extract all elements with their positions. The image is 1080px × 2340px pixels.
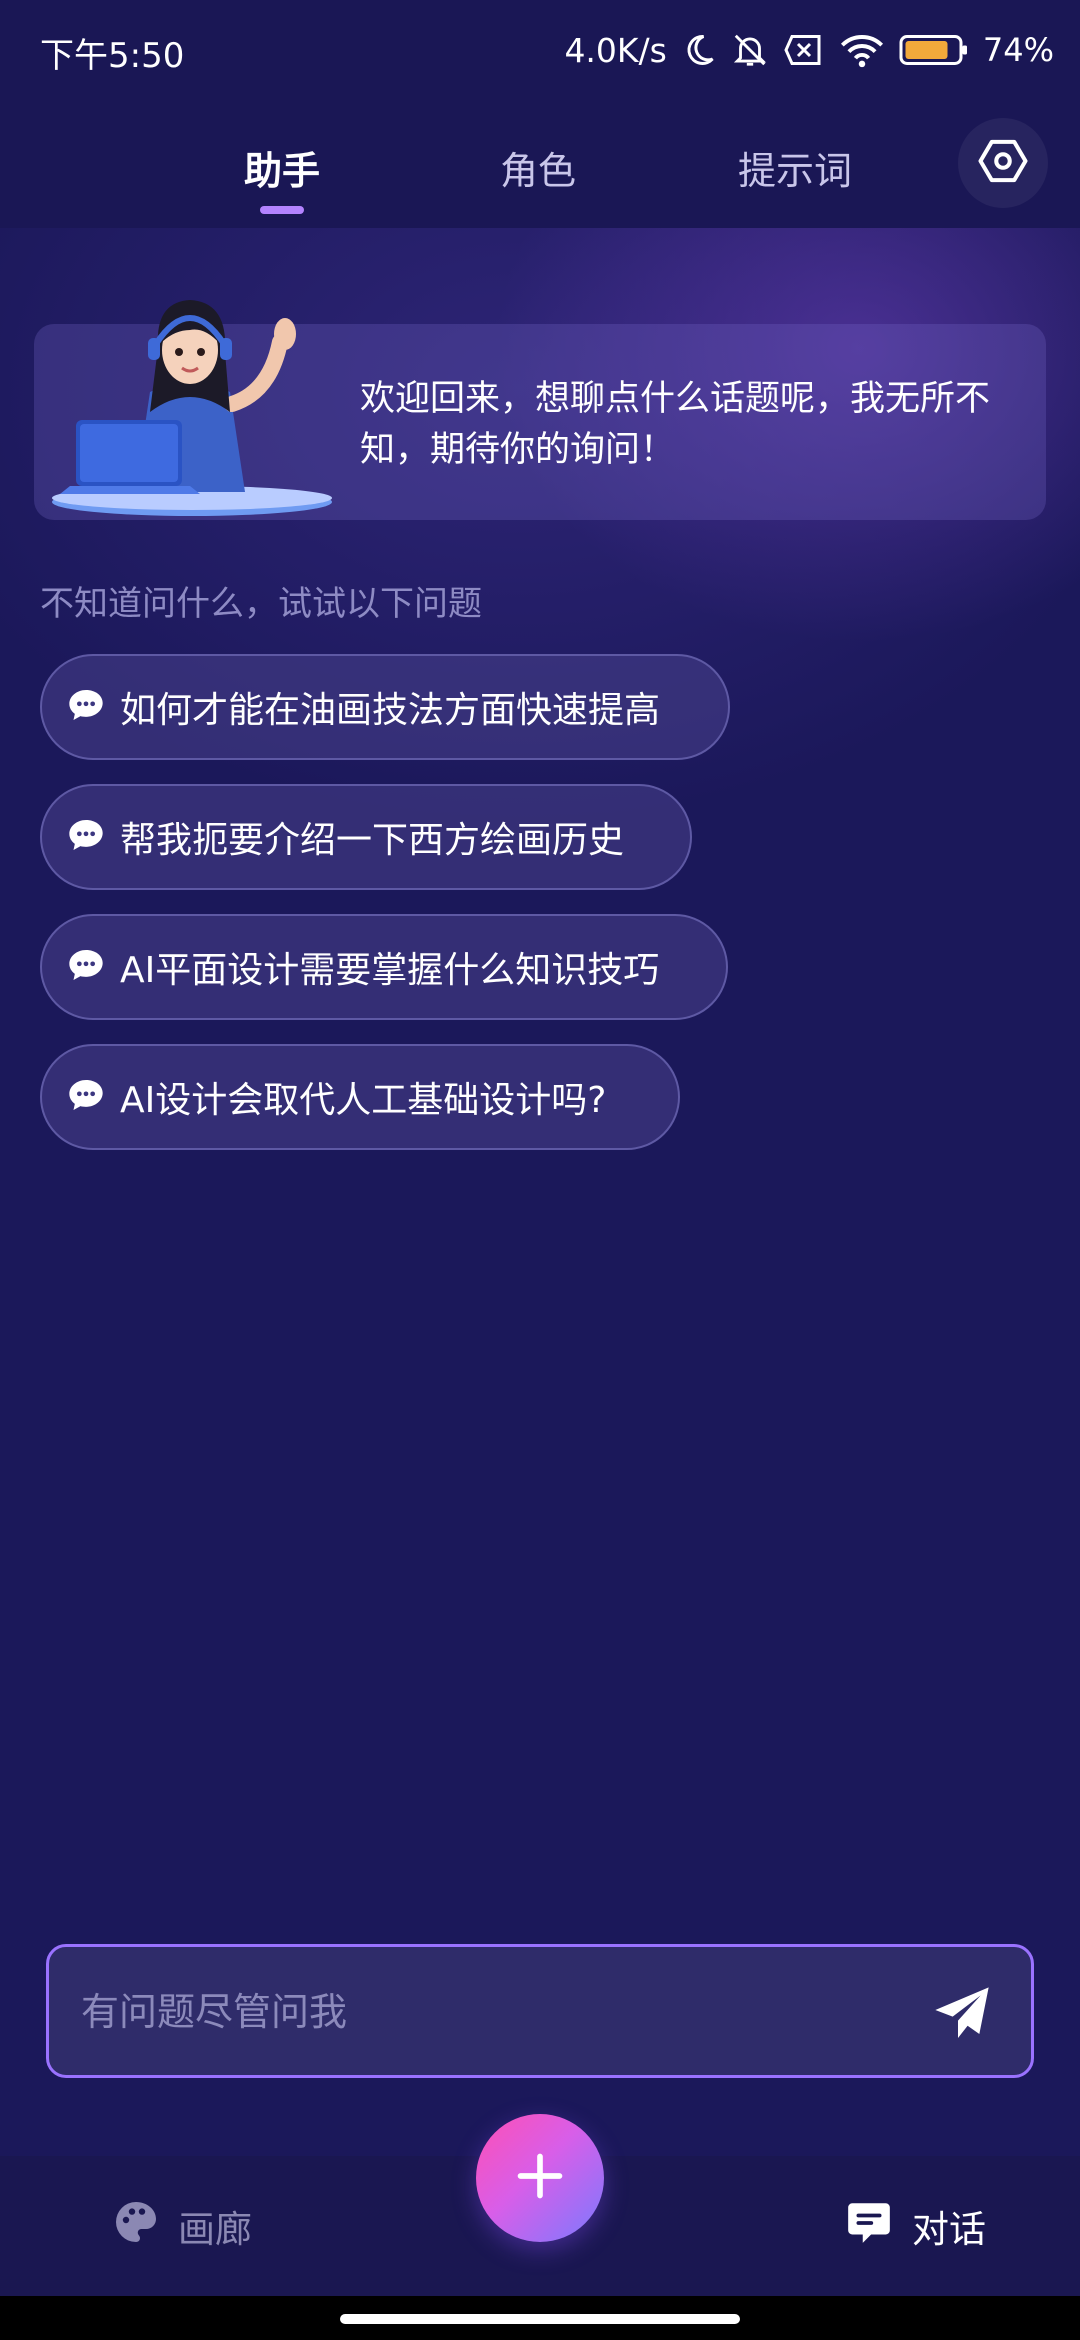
suggestion-text: 帮我扼要介绍一下西方绘画历史 — [120, 820, 625, 861]
suggestion-chip[interactable]: AI平面设计需要掌握什么知识技巧 — [40, 914, 728, 1020]
moon-icon — [681, 32, 717, 68]
wifi-icon — [839, 32, 885, 68]
suggestion-hint: 不知道问什么，试试以下问题 — [40, 584, 482, 624]
chat-bubble-icon — [66, 815, 106, 859]
nav-chat-label: 对话 — [912, 2208, 986, 2251]
suggestion-chip[interactable]: 如何才能在油画技法方面快速提高 — [40, 654, 730, 760]
suggestion-chip[interactable]: 帮我扼要介绍一下西方绘画历史 — [40, 784, 692, 890]
tab-prompt[interactable]: 提示词 — [738, 140, 852, 195]
battery-icon — [899, 32, 969, 68]
send-button[interactable] — [929, 1983, 995, 2049]
sim-x-icon — [783, 32, 825, 68]
chat-bubble-icon — [66, 685, 106, 729]
palette-icon — [112, 2198, 160, 2255]
status-icons: 4.0K/s 74% — [564, 26, 1054, 74]
status-time: 下午5:50 — [40, 36, 185, 76]
message-input[interactable] — [79, 1975, 903, 2049]
assistant-avatar — [40, 272, 356, 520]
top-tab-bar: 助手 角色 提示词 — [0, 100, 1080, 228]
nav-gallery[interactable]: 画廊 — [112, 2156, 252, 2296]
nav-chat[interactable]: 对话 — [844, 2156, 986, 2296]
mute-icon — [731, 31, 769, 69]
status-bar: 下午5:50 4.0K/s 74% — [0, 0, 1080, 100]
paper-plane-icon — [930, 1982, 994, 2050]
plus-icon — [514, 2150, 566, 2206]
active-tab-indicator — [260, 206, 304, 214]
chat-icon — [844, 2197, 894, 2256]
chat-content: 欢迎回来，想聊点什么话题呢，我无所不知，期待你的询问！ 不知道问什么，试试以下问… — [0, 228, 1080, 2128]
battery-percent: 74% — [982, 31, 1054, 69]
suggestion-text: AI设计会取代人工基础设计吗? — [120, 1080, 607, 1121]
suggestion-text: AI平面设计需要掌握什么知识技巧 — [120, 950, 660, 991]
settings-button[interactable] — [958, 118, 1048, 208]
new-chat-fab[interactable] — [476, 2114, 604, 2242]
welcome-card: 欢迎回来，想聊点什么话题呢，我无所不知，期待你的询问！ — [34, 300, 1046, 520]
gesture-area — [0, 2296, 1080, 2340]
message-input-bar — [46, 1944, 1034, 2078]
suggestion-chip[interactable]: AI设计会取代人工基础设计吗? — [40, 1044, 680, 1150]
welcome-message: 欢迎回来，想聊点什么话题呢，我无所不知，期待你的询问！ — [360, 379, 991, 470]
suggestion-text: 如何才能在油画技法方面快速提高 — [120, 690, 661, 731]
home-indicator[interactable] — [340, 2314, 740, 2324]
network-speed: 4.0K/s — [564, 30, 667, 70]
nav-gallery-label: 画廊 — [178, 2208, 252, 2251]
chat-bubble-icon — [66, 1075, 106, 1119]
tab-role[interactable]: 角色 — [500, 140, 576, 195]
tab-assistant[interactable]: 助手 — [244, 140, 320, 195]
hexagon-gear-icon — [976, 134, 1030, 192]
chat-bubble-icon — [66, 945, 106, 989]
